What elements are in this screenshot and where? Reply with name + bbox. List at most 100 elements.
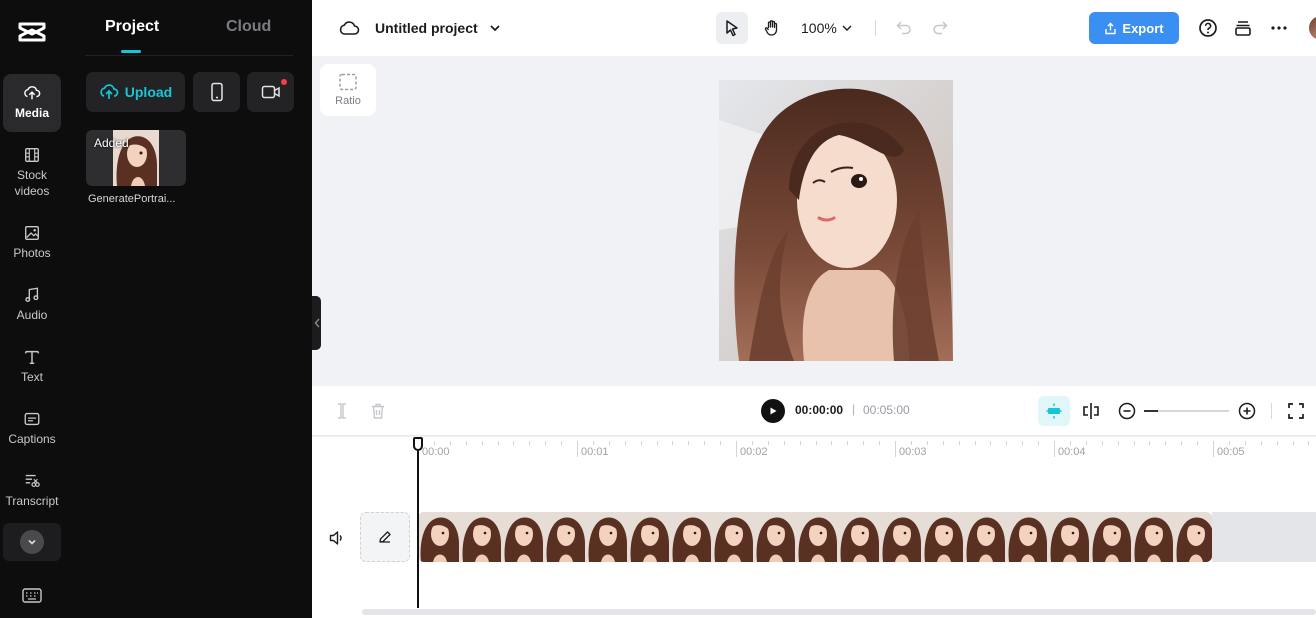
zoom-in-icon[interactable] bbox=[1237, 401, 1257, 421]
clip-frame-thumbnail bbox=[964, 512, 1006, 562]
ruler-tick-label: 00:04 bbox=[1058, 446, 1086, 458]
sidebar-item-photos[interactable]: Photos bbox=[3, 224, 61, 261]
aspect-ratio-icon bbox=[339, 73, 357, 91]
sidebar-item-label: Media bbox=[14, 106, 49, 120]
ruler-minor-tick bbox=[481, 441, 483, 445]
play-button[interactable] bbox=[761, 399, 785, 423]
zoom-slider-fill bbox=[1144, 410, 1158, 412]
ruler-minor-tick bbox=[1165, 441, 1167, 445]
ratio-button[interactable]: Ratio bbox=[320, 64, 376, 116]
ruler-minor-tick bbox=[879, 441, 881, 445]
sidebar-item-label: Stock videos bbox=[14, 168, 50, 198]
timeline: 00:00 00:01 00:02 00:03 00:04 00:05 bbox=[312, 437, 1316, 618]
magnet-snap-button[interactable] bbox=[1038, 396, 1070, 426]
cover-edit-button[interactable] bbox=[360, 512, 410, 562]
timeline-scrollbar[interactable] bbox=[362, 609, 1316, 615]
video-preview[interactable] bbox=[719, 80, 953, 361]
chevron-down-icon[interactable] bbox=[488, 21, 502, 35]
capcut-logo-icon[interactable] bbox=[17, 20, 47, 44]
ruler-minor-tick bbox=[529, 441, 531, 445]
help-icon[interactable] bbox=[1197, 17, 1219, 39]
time-separator: | bbox=[852, 402, 856, 416]
upload-button[interactable]: Upload bbox=[86, 72, 185, 112]
clip-frame-thumbnail bbox=[838, 512, 880, 562]
zoom-out-icon[interactable] bbox=[1117, 401, 1137, 421]
timeline-zoom-slider[interactable] bbox=[1144, 410, 1229, 412]
ruler-major-tick bbox=[895, 441, 896, 457]
sidebar-item-captions[interactable]: Captions bbox=[3, 410, 61, 447]
sidebar-item-stock-videos[interactable]: Stock videos bbox=[3, 146, 61, 199]
media-item[interactable]: Added bbox=[86, 130, 186, 186]
ruler-minor-tick bbox=[1006, 441, 1008, 445]
divider bbox=[85, 55, 293, 56]
sidebar-item-label: Text bbox=[20, 370, 43, 384]
panel-collapse-handle[interactable] bbox=[312, 296, 321, 350]
ruler-minor-tick bbox=[608, 441, 610, 445]
hand-tool-button[interactable] bbox=[756, 12, 788, 44]
ruler-minor-tick bbox=[942, 441, 944, 445]
playhead-handle[interactable] bbox=[413, 437, 423, 451]
speaker-icon[interactable] bbox=[328, 529, 346, 547]
split-at-playhead-icon[interactable] bbox=[1080, 400, 1102, 422]
sidebar-more-button[interactable] bbox=[3, 523, 61, 561]
ruler-minor-tick bbox=[561, 441, 563, 445]
export-button[interactable]: Export bbox=[1089, 12, 1179, 44]
track-empty-area[interactable] bbox=[1212, 512, 1316, 562]
ruler-minor-tick bbox=[1181, 441, 1183, 445]
record-button[interactable] bbox=[247, 72, 294, 112]
ruler-minor-tick bbox=[545, 441, 547, 445]
ruler-minor-tick bbox=[1260, 441, 1262, 445]
clip-frame-thumbnail bbox=[670, 512, 712, 562]
sidebar-item-transcript[interactable]: Transcript bbox=[3, 472, 61, 509]
ruler-minor-tick bbox=[1085, 441, 1087, 445]
timeline-ruler[interactable]: 00:00 00:01 00:02 00:03 00:04 00:05 bbox=[312, 437, 1316, 461]
avatar[interactable] bbox=[1309, 16, 1316, 40]
upload-label: Upload bbox=[124, 84, 173, 100]
split-icon[interactable] bbox=[334, 402, 350, 420]
chevron-down-icon[interactable] bbox=[840, 21, 854, 35]
tab-cloud[interactable]: Cloud bbox=[226, 18, 271, 36]
keyboard-icon[interactable] bbox=[21, 585, 43, 605]
total-duration: 00:05:00 bbox=[863, 403, 910, 417]
ruler-minor-tick bbox=[815, 441, 817, 445]
ruler-minor-tick bbox=[1308, 441, 1310, 445]
sidebar-item-audio[interactable]: Audio bbox=[3, 286, 61, 323]
redo-icon[interactable] bbox=[931, 18, 949, 36]
ruler-tick-label: 00:05 bbox=[1217, 446, 1245, 458]
select-tool-button[interactable] bbox=[716, 12, 748, 44]
sidebar-item-text[interactable]: Text bbox=[3, 348, 61, 385]
transcript-icon bbox=[25, 474, 40, 487]
layers-icon[interactable] bbox=[1232, 17, 1254, 39]
phone-upload-button[interactable] bbox=[193, 72, 240, 112]
playhead[interactable] bbox=[413, 437, 423, 608]
cloud-sync-icon[interactable] bbox=[338, 17, 360, 39]
video-camera-icon bbox=[261, 85, 280, 99]
ruler-minor-tick bbox=[1276, 441, 1278, 445]
sidebar-item-media[interactable]: Media bbox=[3, 74, 61, 132]
more-options-icon[interactable] bbox=[1268, 17, 1290, 39]
fullscreen-icon[interactable] bbox=[1286, 401, 1306, 421]
export-icon bbox=[1105, 22, 1117, 34]
sidebar-item-label: Photos bbox=[13, 246, 51, 260]
ruler-minor-tick bbox=[720, 441, 722, 445]
project-title[interactable]: Untitled project bbox=[375, 20, 478, 36]
ruler-minor-tick bbox=[449, 441, 451, 445]
undo-icon[interactable] bbox=[895, 18, 913, 36]
cursor-arrow-icon bbox=[726, 20, 738, 37]
clip-frame-thumbnail bbox=[586, 512, 628, 562]
ruler-minor-tick bbox=[1117, 441, 1119, 445]
trash-icon[interactable] bbox=[370, 402, 386, 420]
clip-frame-thumbnail bbox=[880, 512, 922, 562]
ruler-minor-tick bbox=[624, 441, 626, 445]
zoom-level[interactable]: 100% bbox=[801, 20, 837, 36]
top-bar: Untitled project 100% Export bbox=[312, 0, 1316, 56]
ruler-minor-tick bbox=[1228, 441, 1230, 445]
export-label: Export bbox=[1122, 20, 1164, 36]
ruler-minor-tick bbox=[863, 441, 865, 445]
ruler-minor-tick bbox=[465, 441, 467, 445]
ruler-minor-tick bbox=[847, 441, 849, 445]
current-time: 00:00:00 bbox=[795, 403, 844, 417]
tab-project[interactable]: Project bbox=[105, 18, 159, 36]
video-clip[interactable] bbox=[418, 512, 1212, 562]
left-rail: Media Stock videos Photos Audio Text Cap… bbox=[0, 0, 69, 618]
